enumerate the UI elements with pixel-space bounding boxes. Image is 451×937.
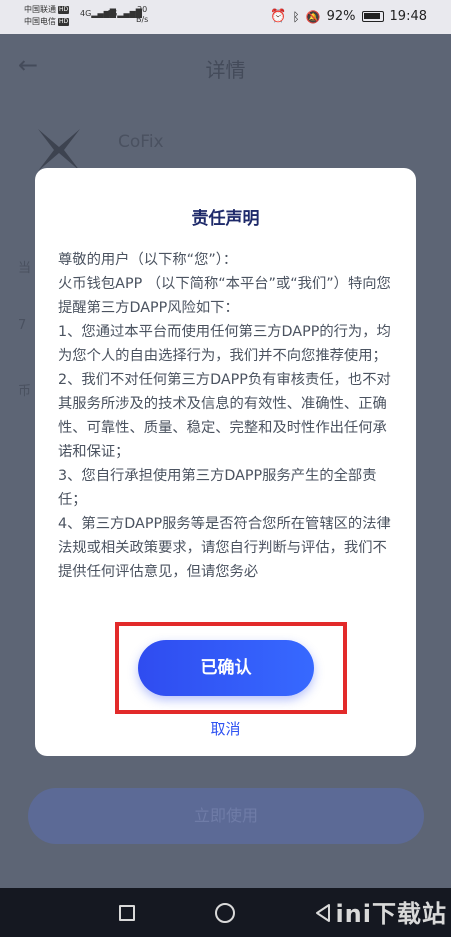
bg-label: 币 [18,384,32,399]
page-title: 详情 [205,58,246,82]
app-header: ← 详情 [0,34,451,100]
signal-2-label: 4G [106,9,118,18]
system-navbar: ini下载站 [0,888,451,937]
status-icons: ⏰ ᛒ 🔕 92% 19:48 [270,9,427,24]
mute-icon: 🔕 [305,9,321,24]
alarm-icon: ⏰ [270,9,287,24]
dialog-paragraph: 尊敬的用户（以下称“您”）： [58,252,238,268]
dialog-paragraph: 火币钱包APP （以下简称“本平台”或“我们”）特向您提醒第三方DAPP风险如下… [58,276,391,316]
clock: 19:48 [389,9,427,24]
carrier-2-name: 中国电信 [24,17,56,26]
bg-label: 当 [18,261,32,276]
back-icon[interactable] [313,903,333,923]
recents-icon[interactable] [119,905,135,921]
hd-badge: HD [58,17,70,26]
status-bar: 中国联通 HD 中国电信 HD 4G▂▄▆█ 4G▂▄▆█ 20 B/s ⏰ ᛒ 🔕 … [0,0,451,34]
bluetooth-icon: ᛒ [292,9,300,24]
carrier-2: 中国电信 HD [24,17,70,27]
use-now-button[interactable]: 立即使用 [28,788,424,844]
speed-value: 20 [137,5,148,14]
dialog-paragraph: 2、我们不对任何第三方DAPP负有审核责任，也不对其服务所涉及的技术及信息的有效… [58,372,391,460]
battery-icon [361,11,384,22]
dialog-paragraph: 1、您通过本平台而使用任何第三方DAPP的行为，均为您个人的自由选择行为，我们并… [58,324,391,364]
cancel-button[interactable]: 取消 [0,718,451,739]
hd-badge: HD [58,5,70,14]
dialog-body[interactable]: 尊敬的用户（以下称“您”）： 火币钱包APP （以下简称“本平台”或“我们”）特… [58,248,398,616]
dapp-name: CoFix [118,132,164,152]
watermark-text: ini下载站 [335,900,447,928]
network-speed: 20 B/s [136,5,148,25]
carrier-1-name: 中国联通 [24,5,56,14]
speed-unit: B/s [136,15,149,24]
signal-1-label: 4G [80,9,92,18]
carrier-1: 中国联通 HD [24,5,70,15]
dialog-paragraph: 4、第三方DAPP服务等是否符合您所在管辖区的法律法规或相关政策要求，请您自行判… [58,516,391,580]
dialog-title: 责任声明 [191,209,260,229]
battery-percent: 92% [326,9,356,24]
dialog-paragraph: 3、您自行承担使用第三方DAPP服务产生的全部责任； [58,468,377,508]
confirm-button[interactable]: 已确认 [138,640,314,696]
home-icon[interactable] [215,903,235,923]
bg-label: 7 [18,318,27,333]
